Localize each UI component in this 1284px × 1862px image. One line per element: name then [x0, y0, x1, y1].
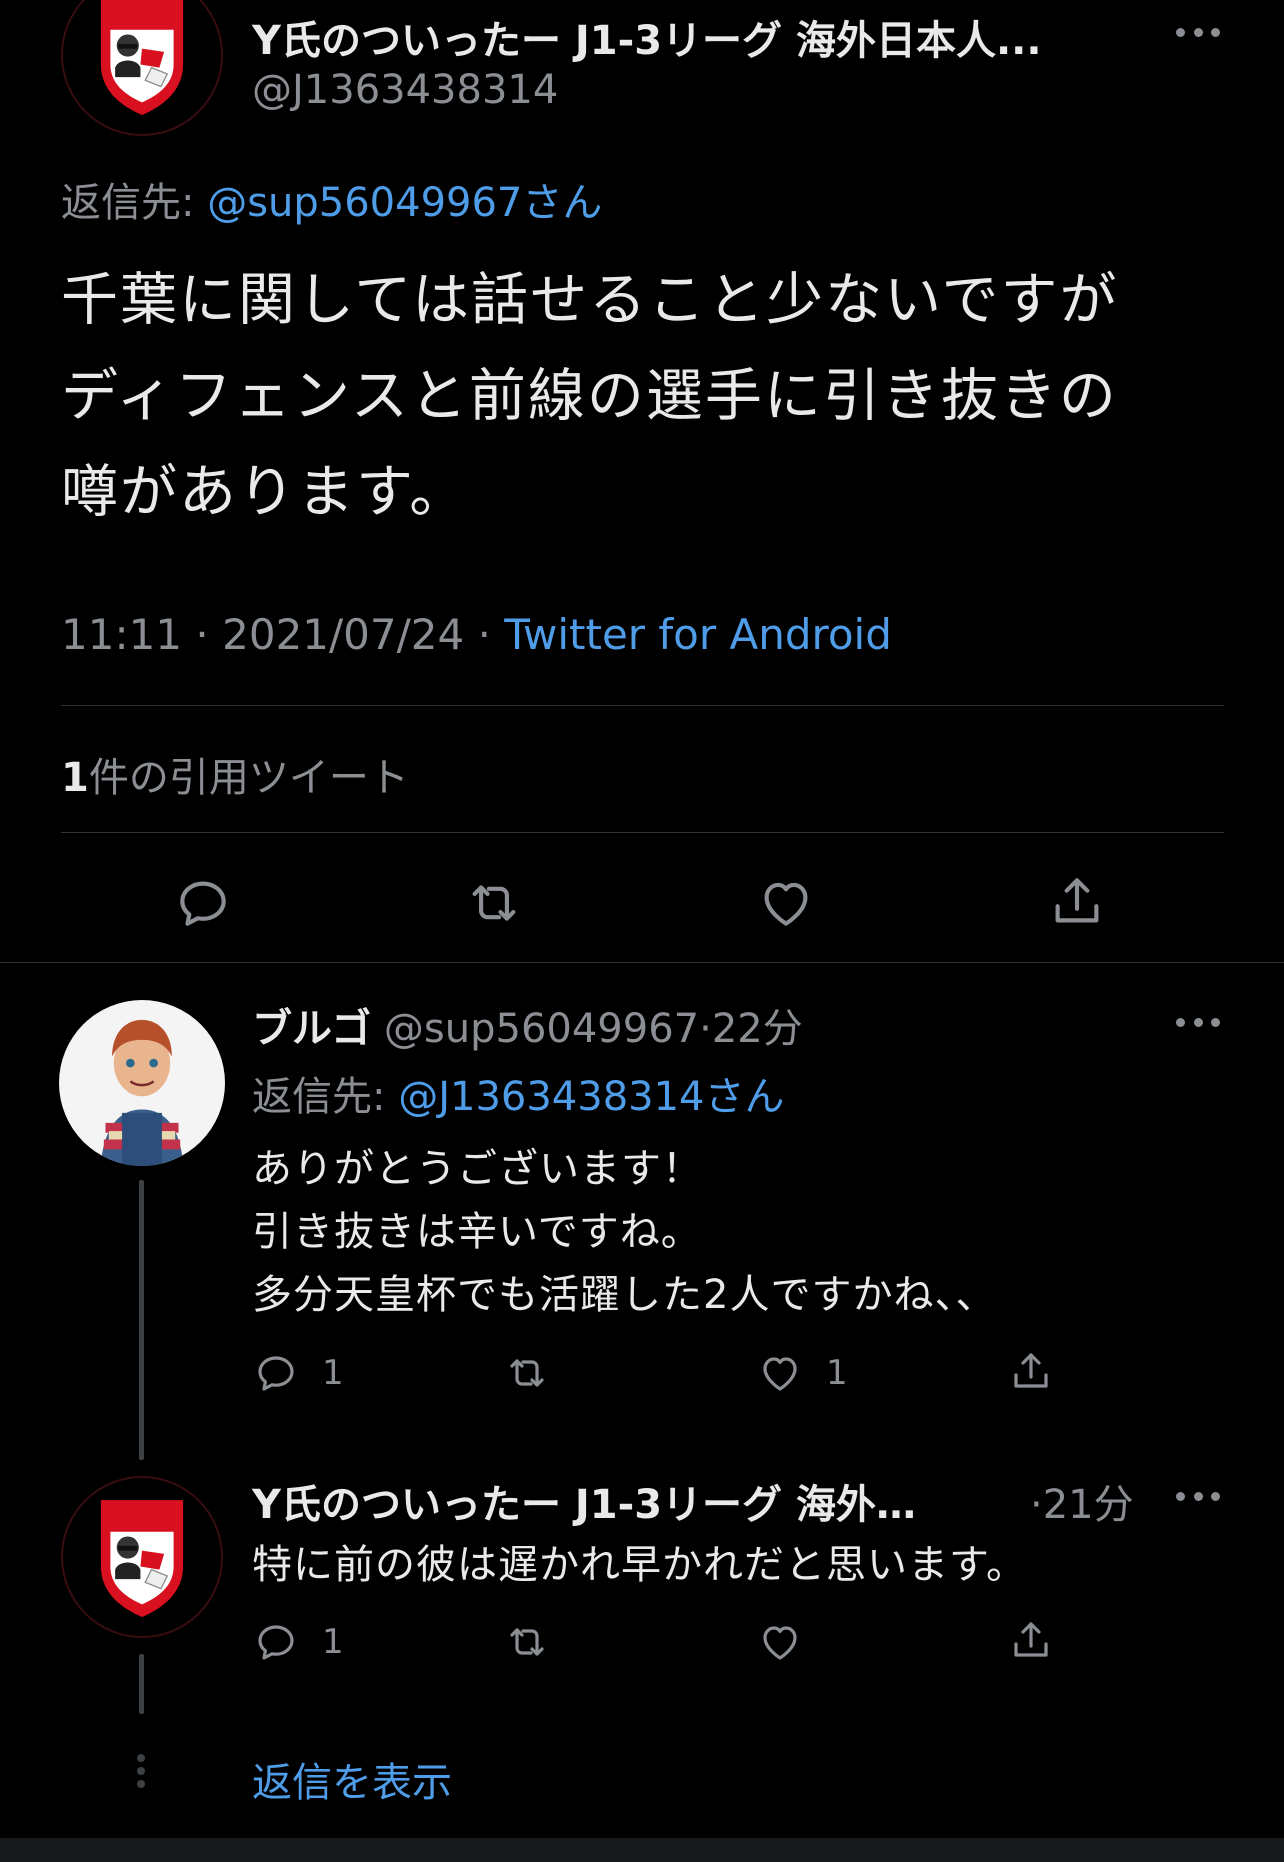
body-line: 特に前の彼は遅かれ早かれだと思います。: [252, 1542, 1027, 1588]
reply-icon: [252, 1349, 300, 1397]
like-icon[interactable]: [756, 1618, 804, 1666]
reply-icon[interactable]: [172, 872, 234, 934]
reply-count: 1: [322, 1353, 344, 1393]
body-line: 多分天皇杯でも活躍した2人ですかね、、: [252, 1272, 997, 1318]
divider: [61, 832, 1224, 833]
reply-2-display-name[interactable]: Y氏のついったー J1-3リーグ 海外…: [252, 1472, 916, 1530]
body-line: ありがとうございます！: [252, 1146, 703, 1192]
quote-count: 1: [61, 755, 89, 801]
avatar-main[interactable]: [61, 0, 223, 136]
body-line: ディフェンスと前線の選手に引き抜きの: [61, 363, 1118, 429]
like-count: 1: [826, 1353, 848, 1393]
bottom-bar: [0, 1838, 1284, 1862]
meta-separator: ·: [699, 1006, 712, 1052]
reply-count: 1: [322, 1622, 344, 1662]
quote-label: 件の引用ツイート: [88, 755, 409, 801]
league-crest-icon: [63, 0, 221, 134]
reply-1-body: ありがとうございます！ 引き抜きは辛いですね。 多分天皇杯でも活躍した2人ですか…: [252, 1138, 996, 1327]
reply-to-label: 返信先:: [252, 1074, 386, 1120]
tweet-meta: 11:11 · 2021/07/24 · Twitter for Android: [61, 610, 892, 659]
retweet-icon[interactable]: [503, 1349, 551, 1397]
more-icon[interactable]: [1176, 22, 1220, 42]
meta-separator: ·: [1030, 1482, 1043, 1528]
body-line: 引き抜きは辛いですね。: [252, 1209, 702, 1255]
reply-1-reply-to: 返信先: @J1363438314さん: [252, 1064, 785, 1122]
thread-line: [139, 1654, 144, 1714]
reply-2-body: 特に前の彼は遅かれ早かれだと思います。: [252, 1534, 1027, 1597]
like-icon: [756, 1349, 804, 1397]
reply-1-header: ブルゴ @sup56049967·22分: [252, 996, 803, 1054]
tweet-time: 11:11: [61, 610, 183, 659]
meta-separator: ·: [195, 610, 209, 659]
tweet-date: 2021/07/24: [222, 610, 465, 659]
reply-1-time: 22分: [711, 1006, 803, 1052]
meta-separator: ·: [477, 610, 491, 659]
reply-2-time: 21分: [1042, 1482, 1134, 1528]
like-icon[interactable]: [755, 872, 817, 934]
retweet-icon[interactable]: [463, 872, 525, 934]
main-handle[interactable]: @J1363438314: [252, 67, 558, 113]
avatar-reply-2[interactable]: [61, 1476, 223, 1638]
divider: [0, 962, 1284, 963]
reply-to-line: 返信先: @sup56049967さん: [61, 170, 602, 228]
reply-to-label: 返信先:: [61, 180, 195, 226]
share-icon[interactable]: [1007, 1347, 1055, 1395]
avatar-reply-1[interactable]: [59, 1000, 225, 1166]
reply-1-display-name[interactable]: ブルゴ: [252, 1006, 371, 1052]
reply-to-handle[interactable]: @sup56049967さん: [207, 180, 602, 226]
reply-button[interactable]: 1: [252, 1618, 344, 1666]
quote-tweets-link[interactable]: 1件の引用ツイート: [61, 745, 409, 803]
thread-dots: [137, 1754, 146, 1788]
reply-icon: [252, 1618, 300, 1666]
like-button[interactable]: 1: [756, 1349, 848, 1397]
reply-to-handle[interactable]: @J1363438314さん: [398, 1074, 784, 1120]
body-line: 千葉に関しては話せること少ないですが: [61, 267, 1119, 333]
retweet-icon[interactable]: [503, 1618, 551, 1666]
reply-2-meta: ·21分: [1030, 1472, 1134, 1530]
more-icon[interactable]: [1176, 1012, 1220, 1032]
main-tweet-body: 千葉に関しては話せること少ないですが ディフェンスと前線の選手に引き抜きの 噂が…: [61, 252, 1241, 540]
tweet-client[interactable]: Twitter for Android: [504, 610, 892, 659]
reply-1-handle[interactable]: @sup56049967: [384, 1006, 699, 1052]
share-icon[interactable]: [1007, 1616, 1055, 1664]
doll-avatar-icon: [59, 1000, 225, 1166]
body-line: 噂があります。: [61, 459, 469, 525]
divider: [61, 705, 1224, 706]
share-icon[interactable]: [1046, 870, 1108, 932]
reply-button[interactable]: 1: [252, 1349, 344, 1397]
show-replies-link[interactable]: 返信を表示: [252, 1750, 452, 1808]
thread-line: [139, 1180, 144, 1460]
league-crest-icon: [63, 1478, 221, 1636]
more-icon[interactable]: [1176, 1486, 1220, 1506]
main-display-name[interactable]: Y氏のついったー J1-3リーグ 海外日本人...: [252, 8, 1042, 66]
